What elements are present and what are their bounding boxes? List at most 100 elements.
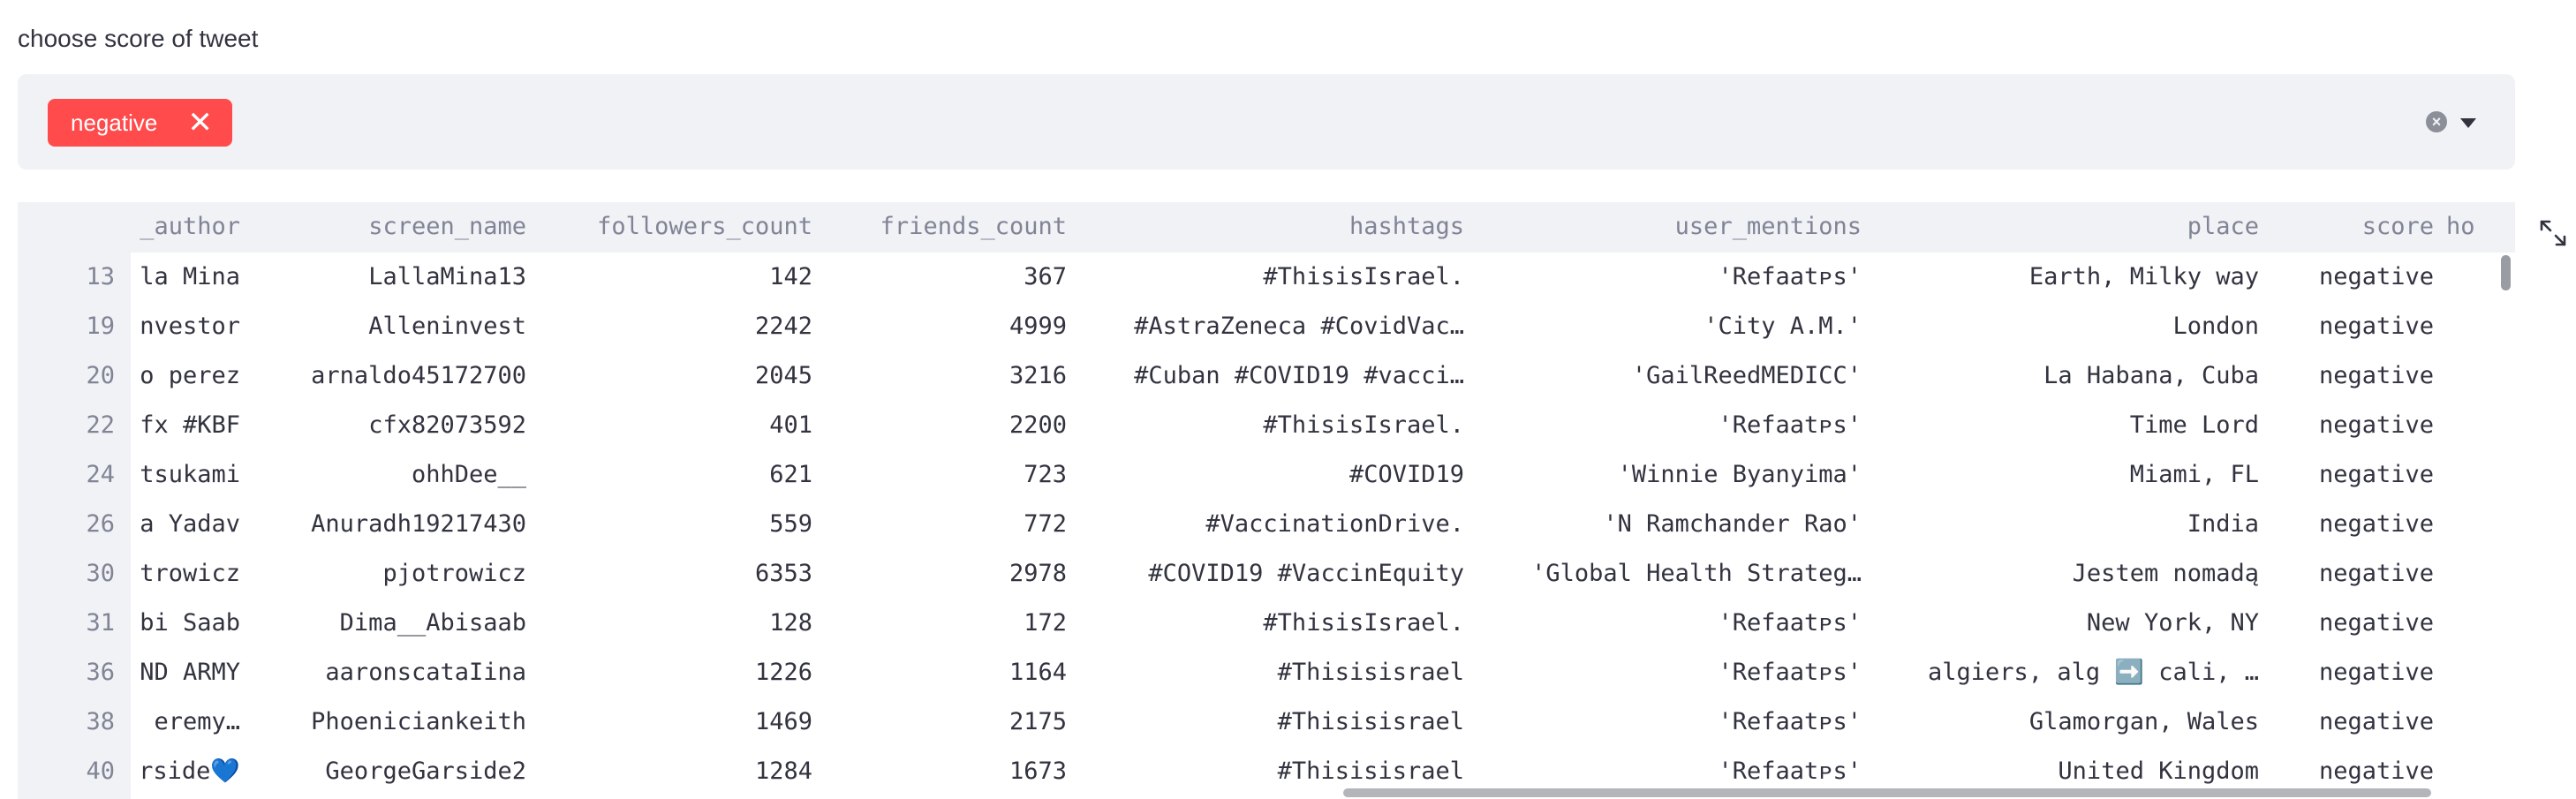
table-cell-ho[interactable] [2446,450,2504,500]
table-cell-screen-name[interactable]: Alleninvest [253,302,526,351]
table-cell-place[interactable]: Miami, FL [1874,450,2259,500]
table-cell-score[interactable]: negative [2271,401,2434,450]
table-cell-friends-count[interactable]: 367 [825,253,1067,302]
table-cell-friends-count[interactable]: 2200 [825,401,1067,450]
column-header[interactable]: friends_count [825,202,1067,252]
table-cell-author[interactable]: trowicz [131,549,240,599]
table-cell-followers-count[interactable]: 6353 [539,549,812,599]
table-cell-friends-count[interactable]: 2978 [825,549,1067,599]
column-header[interactable]: user_mentions [1477,202,1862,252]
table-cell-score[interactable]: negative [2271,549,2434,599]
table-cell-score[interactable]: negative [2271,450,2434,500]
table-cell-screen-name[interactable]: aaronscataIina [253,648,526,697]
column-header[interactable]: place [1874,202,2259,252]
table-cell-screen-name[interactable]: LallaMina13 [253,253,526,302]
table-cell-followers-count[interactable]: 1284 [539,747,812,796]
chevron-down-icon[interactable] [2460,118,2476,128]
table-cell-followers-count[interactable]: 2045 [539,351,812,401]
table-cell-ho[interactable] [2446,253,2504,302]
table-cell-hashtags[interactable]: #VaccinationDrive. [1079,500,1464,549]
table-cell-followers-count[interactable]: 621 [539,450,812,500]
table-cell-user-mentions[interactable]: 'GailReedMEDICC' [1477,351,1862,401]
table-cell-user-mentions[interactable]: 'N Ramchander Rao' [1477,500,1862,549]
table-cell-author[interactable]: o perez [131,351,240,401]
data-table[interactable]: _author screen_name followers_count friends… [18,202,2515,799]
table-cell-followers-count[interactable]: 2242 [539,302,812,351]
table-cell-screen-name[interactable]: cfx82073592 [253,401,526,450]
table-cell-followers-count[interactable]: 401 [539,401,812,450]
table-cell-hashtags[interactable]: #ThisisIsrael. [1079,599,1464,648]
table-cell-screen-name[interactable]: Dima__Abisaab [253,599,526,648]
table-cell-ho[interactable] [2446,500,2504,549]
table-cell-hashtags[interactable]: #AstraZeneca #CovidVac… [1079,302,1464,351]
table-cell-score[interactable]: negative [2271,697,2434,747]
table-cell-author[interactable]: rside💙 [131,747,240,796]
table-cell-place[interactable]: Glamorgan, Wales [1874,697,2259,747]
table-cell-place[interactable]: India [1874,500,2259,549]
close-icon[interactable]: ✕ [187,108,213,138]
table-cell-screen-name[interactable]: GeorgeGarside2 [253,747,526,796]
table-cell-ho[interactable] [2446,599,2504,648]
table-cell-author[interactable]: ND ARMY [131,648,240,697]
table-cell-place[interactable]: Jestem nomadą [1874,549,2259,599]
table-cell-hashtags[interactable]: #ThisisIsrael. [1079,401,1464,450]
table-cell-followers-count[interactable]: 142 [539,253,812,302]
table-cell-followers-count[interactable]: 1469 [539,697,812,747]
table-cell-user-mentions[interactable]: 'Winnie Byanyima' [1477,450,1862,500]
table-cell-friends-count[interactable]: 2175 [825,697,1067,747]
column-header[interactable]: ho [2446,202,2504,252]
table-cell-user-mentions[interactable]: 'Refaatᴘs' [1477,599,1862,648]
table-cell-screen-name[interactable]: pjotrowicz [253,549,526,599]
table-cell-followers-count[interactable]: 128 [539,599,812,648]
table-cell-ho[interactable] [2446,697,2504,747]
table-cell-author[interactable]: nvestor [131,302,240,351]
table-cell-score[interactable]: negative [2271,253,2434,302]
table-cell-ho[interactable] [2446,401,2504,450]
table-cell-author[interactable]: la Mina [131,253,240,302]
horizontal-scrollbar[interactable] [1343,788,2431,797]
table-cell-followers-count[interactable]: 559 [539,500,812,549]
table-cell-friends-count[interactable]: 772 [825,500,1067,549]
table-cell-user-mentions[interactable]: 'Refaatᴘs' [1477,253,1862,302]
table-cell-score[interactable]: negative [2271,648,2434,697]
table-cell-hashtags[interactable]: #Thisisisrael [1079,697,1464,747]
table-cell-hashtags[interactable]: #Thisisisrael [1079,648,1464,697]
table-cell-screen-name[interactable]: Anuradh19217430 [253,500,526,549]
table-cell-friends-count[interactable]: 172 [825,599,1067,648]
table-cell-friends-count[interactable]: 4999 [825,302,1067,351]
column-header[interactable]: screen_name [253,202,526,252]
table-cell-ho[interactable] [2446,747,2504,796]
column-header[interactable]: score [2271,202,2434,252]
table-cell-ho[interactable] [2446,302,2504,351]
vertical-scrollbar[interactable] [2501,255,2511,290]
table-cell-friends-count[interactable]: 1673 [825,747,1067,796]
table-cell-user-mentions[interactable]: 'City A.M.' [1477,302,1862,351]
table-cell-ho[interactable] [2446,549,2504,599]
table-cell-place[interactable]: Time Lord [1874,401,2259,450]
column-header[interactable]: _author [131,202,240,252]
table-cell-place[interactable]: Earth, Milky way [1874,253,2259,302]
table-cell-score[interactable]: negative [2271,599,2434,648]
table-cell-ho[interactable] [2446,648,2504,697]
table-cell-author[interactable]: tsukami [131,450,240,500]
expand-icon[interactable] [2537,217,2569,249]
table-cell-place[interactable]: New York, NY [1874,599,2259,648]
table-cell-hashtags[interactable]: #COVID19 #VaccinEquity [1079,549,1464,599]
table-cell-score[interactable]: negative [2271,302,2434,351]
clear-icon[interactable]: × [2426,111,2447,132]
table-cell-author[interactable]: eremy… [131,697,240,747]
column-header[interactable]: followers_count [539,202,812,252]
table-cell-user-mentions[interactable]: 'Refaatᴘs' [1477,648,1862,697]
table-cell-hashtags[interactable]: #Cuban #COVID19 #vacci… [1079,351,1464,401]
score-multiselect[interactable]: negative ✕ × [18,74,2515,170]
table-cell-author[interactable]: a Yadav [131,500,240,549]
table-cell-ho[interactable] [2446,351,2504,401]
table-cell-screen-name[interactable]: arnaldo45172700 [253,351,526,401]
table-cell-score[interactable]: negative [2271,500,2434,549]
table-cell-place[interactable]: algiers, alg ➡️ cali, … [1874,648,2259,697]
table-cell-author[interactable]: fx #KBF [131,401,240,450]
table-cell-user-mentions[interactable]: 'Refaatᴘs' [1477,401,1862,450]
table-cell-friends-count[interactable]: 1164 [825,648,1067,697]
table-cell-followers-count[interactable]: 1226 [539,648,812,697]
table-cell-screen-name[interactable]: ohhDee__ [253,450,526,500]
